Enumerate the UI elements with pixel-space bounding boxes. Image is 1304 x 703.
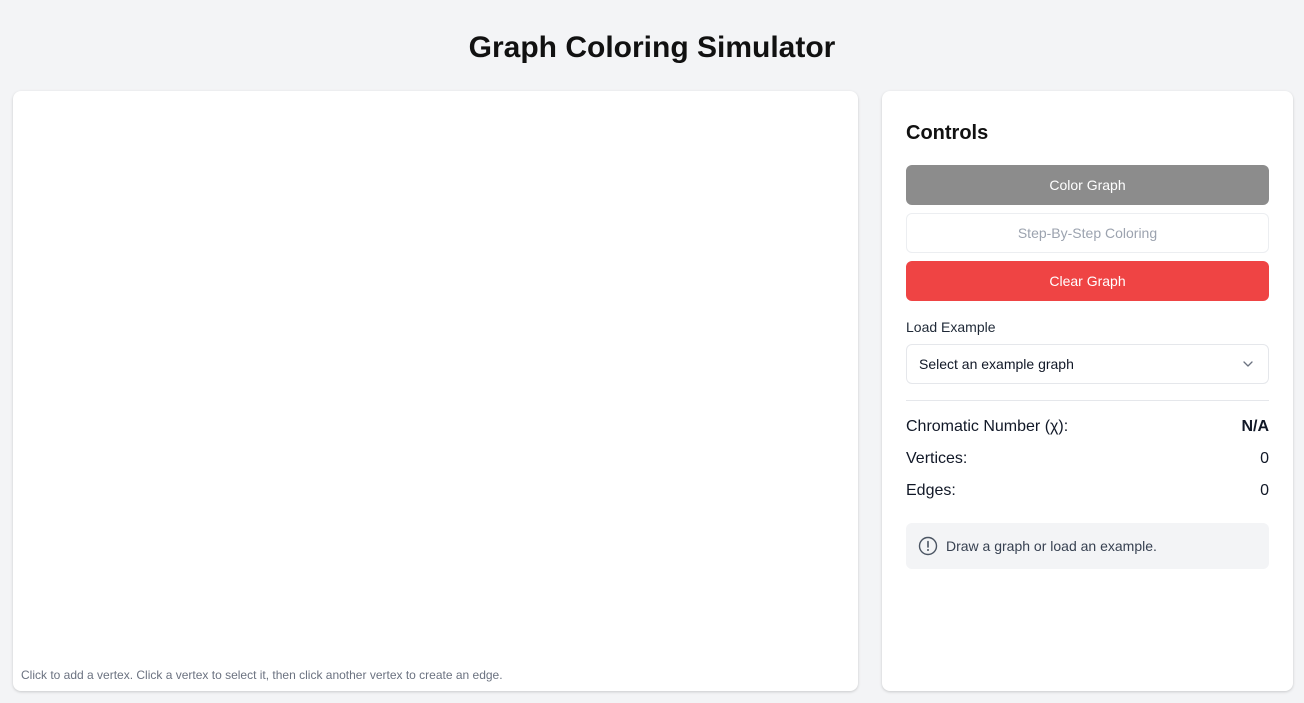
clear-graph-button[interactable]: Clear Graph [906, 261, 1269, 301]
vertices-label: Vertices: [906, 450, 968, 467]
canvas-hint: Click to add a vertex. Click a vertex to… [21, 668, 503, 682]
chromatic-number-label: Chromatic Number (χ): [906, 418, 1069, 435]
color-graph-button[interactable]: Color Graph [906, 165, 1269, 205]
controls-panel: Controls Color Graph Step-By-Step Colori… [882, 91, 1293, 691]
vertices-value: 0 [1260, 450, 1269, 467]
edges-value: 0 [1260, 482, 1269, 499]
example-select-value: Select an example graph [919, 356, 1074, 372]
chromatic-number-row: Chromatic Number (χ): N/A [906, 415, 1269, 439]
vertices-row: Vertices: 0 [906, 447, 1269, 471]
info-message-box: Draw a graph or load an example. [906, 523, 1269, 569]
example-select[interactable]: Select an example graph [906, 344, 1269, 384]
graph-canvas[interactable]: Click to add a vertex. Click a vertex to… [13, 91, 858, 691]
info-message-text: Draw a graph or load an example. [946, 538, 1157, 554]
edges-row: Edges: 0 [906, 479, 1269, 503]
edges-label: Edges: [906, 482, 956, 499]
divider [906, 400, 1269, 401]
step-by-step-button[interactable]: Step-By-Step Coloring [906, 213, 1269, 253]
chevron-down-icon [1243, 361, 1253, 367]
page-title: Graph Coloring Simulator [468, 31, 836, 64]
chromatic-number-value: N/A [1241, 418, 1269, 435]
load-example-label: Load Example [906, 319, 996, 335]
info-circle-icon [918, 536, 938, 556]
controls-title: Controls [906, 122, 989, 144]
